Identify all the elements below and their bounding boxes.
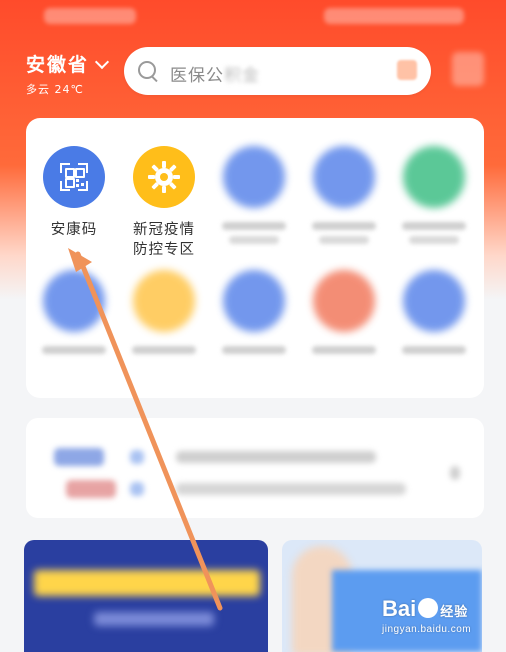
search-icon (138, 61, 156, 79)
qr-code-icon (60, 163, 88, 191)
search-placeholder-blurred: 积金 (224, 66, 260, 86)
app-icon-circle (223, 146, 285, 208)
banner-headline-blurred (34, 570, 260, 596)
app-icon-circle (313, 270, 375, 332)
app-icon-circle (43, 270, 105, 332)
app-label-blurred (222, 346, 286, 354)
app-icon-circle (133, 270, 195, 332)
news-ticker[interactable] (26, 418, 484, 518)
app-label-blurred (402, 222, 466, 230)
news-text-blurred (176, 483, 406, 495)
banner-subline-blurred (94, 612, 214, 626)
app-icon-circle (133, 146, 195, 208)
app-ankang-code[interactable]: 安康码 (30, 146, 118, 240)
watermark-url: jingyan.baidu.com (382, 624, 472, 635)
chevron-down-icon (94, 54, 110, 70)
news-bullet-blurred (130, 450, 144, 464)
app-label-blurred (312, 222, 376, 230)
app-icon-circle (223, 270, 285, 332)
app-label: 安康码 (50, 222, 98, 238)
app-label-blurred (222, 222, 286, 230)
app-label-blurred (42, 346, 106, 354)
app-label-line2: 防控专区 (133, 242, 195, 258)
scan-icon[interactable] (397, 60, 417, 80)
watermark-brand-suffix: 经验 (440, 604, 469, 619)
news-bullet-blurred (130, 482, 144, 496)
app-label-blurred (229, 236, 279, 244)
status-bar-right-blurred (324, 8, 464, 24)
header-right-icon[interactable] (452, 52, 484, 86)
app-blurred-10[interactable] (390, 270, 478, 354)
banner-left[interactable] (24, 540, 268, 652)
app-label-line1: 新冠疫情 (133, 222, 195, 238)
status-bar (0, 0, 506, 32)
search-placeholder-visible: 医保公 (170, 66, 224, 86)
app-covid-zone[interactable]: 新冠疫情 防控专区 (120, 146, 208, 260)
app-icon-circle (43, 146, 105, 208)
app-blurred-9[interactable] (300, 270, 388, 354)
app-label-blurred (312, 346, 376, 354)
search-input[interactable]: 医保公积金 (124, 47, 431, 95)
app-label-blurred (319, 236, 369, 244)
services-grid: 安康码 新冠疫情 防控专区 (26, 118, 484, 398)
region-selector[interactable]: 安徽省 多云 24℃ (26, 50, 110, 97)
app-icon-circle (403, 270, 465, 332)
search-placeholder: 医保公积金 (170, 61, 260, 86)
app-icon-circle (403, 146, 465, 208)
watermark-brand: Bai (382, 596, 417, 621)
app-blurred-3[interactable] (210, 146, 298, 244)
news-logo-blurred (66, 480, 116, 498)
app-label: 新冠疫情 防控专区 (120, 220, 208, 260)
weather-info: 多云 24℃ (26, 83, 84, 96)
news-logo-blurred (54, 448, 104, 466)
status-bar-left-blurred (44, 8, 136, 24)
app-label-blurred (132, 346, 196, 354)
app-icon-circle (313, 146, 375, 208)
app-label-blurred (409, 236, 459, 244)
app-blurred-6[interactable] (30, 270, 118, 354)
chevron-right-icon (450, 466, 460, 480)
gear-icon (148, 161, 180, 193)
app-label-blurred (402, 346, 466, 354)
region-name: 安徽省 (26, 54, 90, 76)
baidu-paw-icon (418, 598, 439, 618)
app-blurred-4[interactable] (300, 146, 388, 244)
news-text-blurred (176, 451, 376, 463)
baidu-jingyan-watermark: Bai 经验 jingyan.baidu.com (382, 596, 471, 635)
app-blurred-8[interactable] (210, 270, 298, 354)
app-blurred-7[interactable] (120, 270, 208, 354)
app-blurred-5[interactable] (390, 146, 478, 244)
